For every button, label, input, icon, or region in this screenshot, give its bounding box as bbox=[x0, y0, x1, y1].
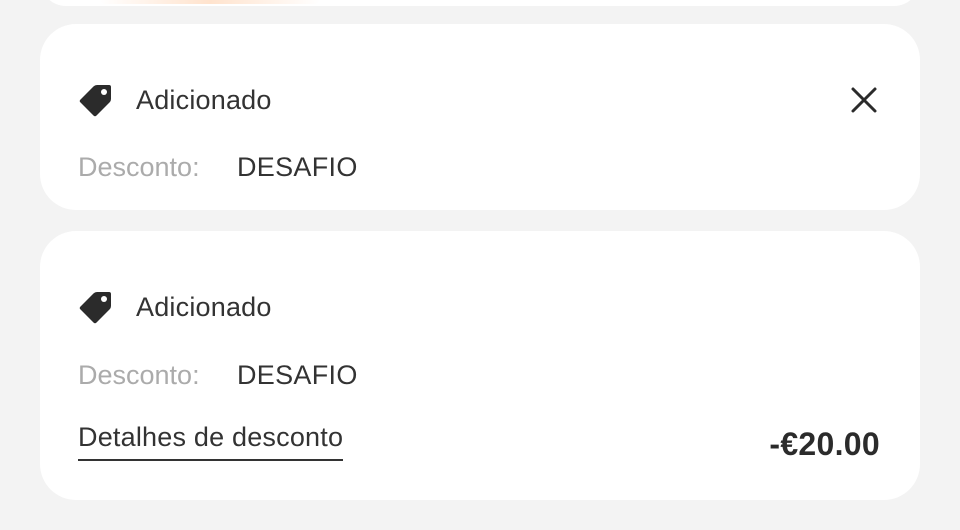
discount-status-row: Adicionado bbox=[78, 289, 272, 325]
discount-details-link[interactable]: Detalhes de desconto bbox=[78, 422, 344, 461]
close-icon bbox=[848, 84, 880, 116]
discount-amount: -€20.00 bbox=[769, 426, 880, 462]
discount-code: DESAFIO bbox=[237, 152, 358, 182]
discount-code-row: Desconto: DESAFIO bbox=[78, 152, 358, 183]
tag-icon bbox=[78, 289, 114, 325]
discount-card: Adicionado Desconto: DESAFIO bbox=[40, 24, 920, 210]
discount-label: Desconto: bbox=[78, 152, 200, 182]
remove-discount-button[interactable] bbox=[848, 84, 880, 116]
discount-status-label: Adicionado bbox=[136, 291, 272, 322]
tag-icon bbox=[78, 82, 114, 118]
discount-status-row: Adicionado bbox=[78, 82, 272, 118]
discount-card: Adicionado Desconto: DESAFIO Detalhes de… bbox=[40, 231, 920, 500]
discount-status-label: Adicionado bbox=[136, 84, 272, 115]
discount-label: Desconto: bbox=[78, 360, 200, 390]
previous-card-edge bbox=[40, 0, 920, 6]
previous-card-highlight bbox=[100, 0, 320, 4]
discount-code-row: Desconto: DESAFIO bbox=[78, 360, 358, 391]
discount-code: DESAFIO bbox=[237, 360, 358, 390]
